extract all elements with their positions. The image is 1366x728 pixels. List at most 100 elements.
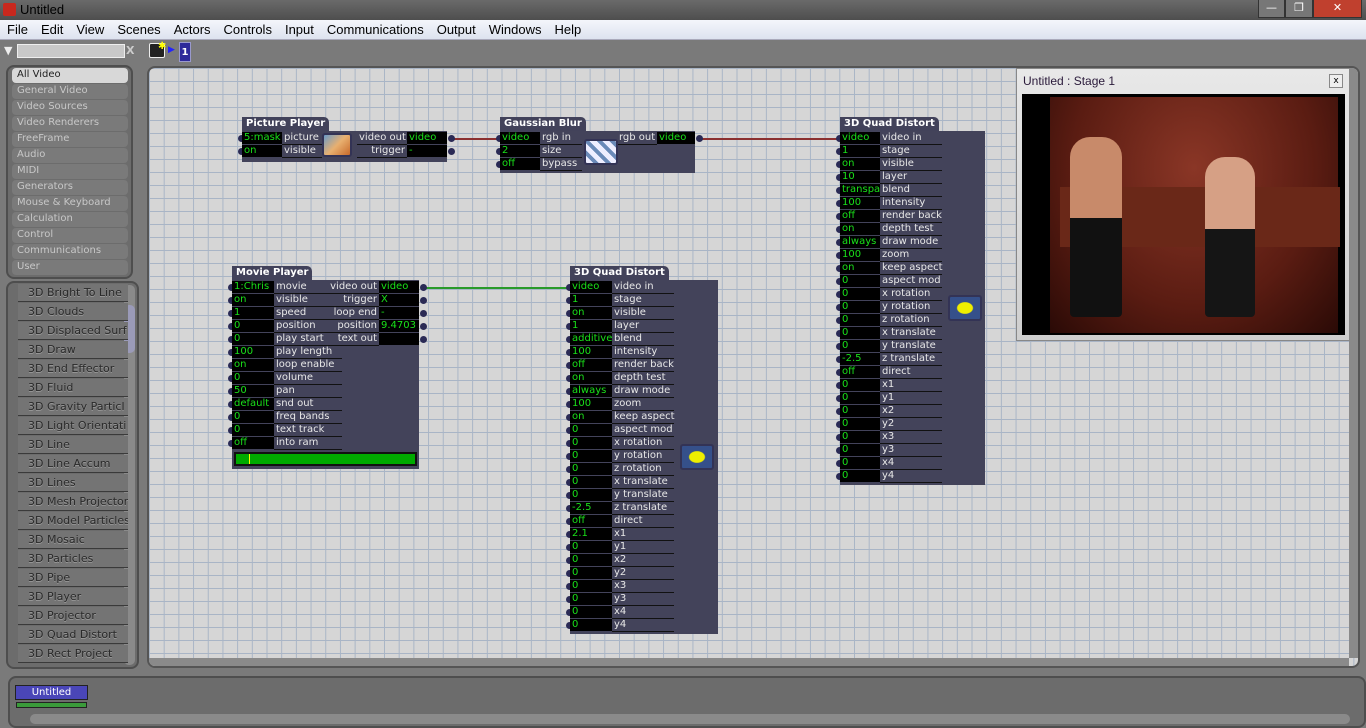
output-port[interactable] [420,284,427,291]
input-value[interactable]: on [840,158,880,170]
input-value[interactable]: 0 [840,288,880,300]
menu-help[interactable]: Help [547,20,587,37]
input-value[interactable]: 1 [840,145,880,157]
horizontal-scrollbar[interactable] [149,658,1349,666]
input-value[interactable]: 0 [570,606,612,618]
input-value[interactable]: 0 [570,567,612,579]
category-item[interactable]: Audio [12,148,128,163]
movie-progress-bar[interactable] [234,452,417,466]
menu-output[interactable]: Output [430,20,482,37]
input-value[interactable]: 1:Chris [232,281,274,293]
actor-list-item[interactable]: 3D Displaced Surf [18,322,128,340]
actor-list-item[interactable]: 3D Lines [18,474,128,492]
category-item[interactable]: Mouse & Keyboard [12,196,128,211]
actor-list-item[interactable]: 3D Line [18,436,128,454]
input-value[interactable]: 0 [840,470,880,482]
output-port[interactable] [420,323,427,330]
actor-list-item[interactable]: 3D Clouds [18,303,128,321]
vertical-scrollbar[interactable] [1349,68,1358,658]
input-value[interactable]: 0 [232,424,274,436]
input-value[interactable]: 0 [840,379,880,391]
category-item[interactable]: Calculation [12,212,128,227]
menu-actors[interactable]: Actors [167,20,217,37]
output-port[interactable] [448,148,455,155]
input-value[interactable]: off [232,437,274,449]
category-item[interactable]: User [12,260,128,275]
input-value[interactable]: 0 [570,463,612,475]
menu-windows[interactable]: Windows [482,20,548,37]
input-value[interactable]: 0 [570,580,612,592]
input-value[interactable]: 0 [570,619,612,631]
stage-window[interactable]: Untitled : Stage 1 x [1016,68,1350,341]
playhead[interactable] [248,454,250,464]
input-value[interactable]: video [570,281,612,293]
input-value[interactable]: 0 [232,333,274,345]
category-item[interactable]: Video Renderers [12,116,128,131]
collapse-triangle-icon[interactable]: ▼ [4,44,12,57]
input-value[interactable]: 0 [840,418,880,430]
actor-title[interactable]: 3D Quad Distort [570,266,669,280]
actor-list-item[interactable]: 3D Gravity Particl [18,398,128,416]
input-value[interactable]: on [232,294,274,306]
input-value[interactable]: off [570,515,612,527]
input-value[interactable]: 0 [570,593,612,605]
input-value[interactable]: always [840,236,880,248]
input-value[interactable]: 0 [570,554,612,566]
input-value[interactable]: -2.5 [840,353,880,365]
actor-list-item[interactable]: 3D Line Accum [18,455,128,473]
input-value[interactable]: 5:mask [242,132,282,144]
menu-communications[interactable]: Communications [320,20,430,37]
actor-list-item[interactable]: 3D Rect Project [18,645,128,663]
input-value[interactable]: 100 [840,197,880,209]
input-value[interactable]: 0 [840,444,880,456]
category-item[interactable]: All Video [12,68,128,83]
input-value[interactable]: 0 [840,405,880,417]
category-item[interactable]: Control [12,228,128,243]
actor-title[interactable]: 3D Quad Distort [840,117,939,131]
input-value[interactable]: 0 [232,411,274,423]
actor-list-item[interactable]: 3D Mesh Projector [18,493,128,511]
input-value[interactable]: 0 [840,340,880,352]
category-item[interactable]: FreeFrame [12,132,128,147]
category-item[interactable]: Generators [12,180,128,195]
input-value[interactable]: 0 [570,450,612,462]
actor-list-item[interactable]: 3D Quad Distort [18,626,128,644]
category-item[interactable]: MIDI [12,164,128,179]
actor-list-item[interactable]: 3D Bright To Line [18,284,128,302]
input-value[interactable]: on [840,223,880,235]
input-value[interactable]: 0 [840,314,880,326]
input-value[interactable]: 0 [232,372,274,384]
menu-input[interactable]: Input [278,20,320,37]
input-value[interactable]: 0 [840,392,880,404]
menu-file[interactable]: File [0,20,34,37]
input-value[interactable]: 0 [840,327,880,339]
input-value[interactable]: off [570,359,612,371]
actor-list-item[interactable]: 3D Light Orientati [18,417,128,435]
output-port[interactable] [420,310,427,317]
output-port[interactable] [420,336,427,343]
input-value[interactable]: 0 [570,476,612,488]
input-value[interactable]: 100 [570,346,612,358]
input-value[interactable]: on [242,145,282,157]
input-value[interactable]: 0 [232,320,274,332]
clear-search-button[interactable]: X [126,44,134,57]
actor-list-item[interactable]: 3D Mosaic [18,531,128,549]
close-button[interactable]: ✕ [1313,0,1362,18]
input-value[interactable]: -2.5 [570,502,612,514]
input-value[interactable]: 100 [570,398,612,410]
restore-button[interactable]: ❐ [1285,0,1313,18]
input-value[interactable]: 1 [232,307,274,319]
bottom-scrollbar[interactable] [30,714,1350,724]
actor-list-item[interactable]: 3D Projector [18,607,128,625]
input-value[interactable]: 100 [232,346,274,358]
output-port[interactable] [420,297,427,304]
input-value[interactable]: 100 [840,249,880,261]
input-value[interactable]: 0 [840,301,880,313]
input-value[interactable]: off [840,366,880,378]
input-value[interactable]: 0 [840,275,880,287]
actor-list-item[interactable]: 3D Player [18,588,128,606]
input-value[interactable]: 1 [570,294,612,306]
menu-scenes[interactable]: Scenes [110,20,166,37]
minimize-button[interactable]: — [1258,0,1285,18]
input-value[interactable]: on [570,307,612,319]
